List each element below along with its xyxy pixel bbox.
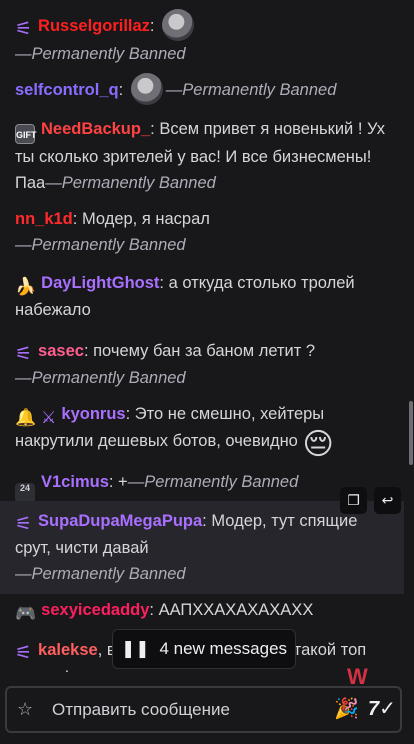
ban-notice: —Permanently Banned xyxy=(165,81,337,99)
chat-username[interactable]: DayLightGhost xyxy=(41,274,159,292)
message-text: ААПХХАХАХАХАХХ xyxy=(158,601,314,619)
months-badge-icon: 24 xyxy=(15,483,35,503)
star-icon[interactable]: ☆ xyxy=(17,697,33,721)
chat-message: 🎮 sexyicedaddy: ААПХХАХАХАХАХХ xyxy=(15,601,314,623)
chat-input[interactable]: ☆ Отправить сообщение 🎉 7✓ xyxy=(5,686,402,733)
new-messages-label: 4 new messages xyxy=(159,639,288,658)
sword-badge-icon: ⚔ xyxy=(41,408,57,427)
chat-message: ⚟ Russelgorillaz: —Permanently Banned xyxy=(0,9,404,67)
party-popper-icon[interactable]: 🎉 xyxy=(334,696,359,722)
ctrl-badge-icon: ⚟ xyxy=(15,19,33,40)
chat-input-placeholder: Отправить сообщение xyxy=(52,700,230,719)
copy-icon[interactable]: ❐ xyxy=(340,487,367,514)
emote-icon xyxy=(130,73,163,105)
ban-notice: —Permanently Banned xyxy=(15,45,186,63)
reply-icon[interactable]: ↩ xyxy=(374,487,401,514)
scrollbar-thumb[interactable] xyxy=(409,401,413,465)
message-text: почему бан за баном летит ? xyxy=(93,342,316,360)
emote-icon xyxy=(162,9,195,41)
chat-username[interactable]: kalekse xyxy=(38,641,98,659)
chat-username[interactable]: sexyicedaddy xyxy=(41,601,149,619)
message-text: Модер, я насрал xyxy=(81,210,210,228)
chat-username[interactable]: SupaDupaMegaPupa xyxy=(38,512,202,530)
scrollbar-track[interactable] xyxy=(407,0,413,744)
chat-message: ⚟ sasec: почему бан за баном летит ? —Perm… xyxy=(15,342,316,387)
ban-notice: —Permanently Banned xyxy=(127,473,299,491)
chat-username[interactable]: sasec xyxy=(38,342,84,360)
sub-gift-badge-icon: GIFT xyxy=(15,124,37,144)
ctrl-badge-icon: ⚟ xyxy=(15,514,33,535)
new-messages-button[interactable]: ❚❚ 4 new messages xyxy=(112,629,296,669)
ban-notice: —Permanently Banned xyxy=(15,369,186,387)
chat-username[interactable]: V1cimus xyxy=(41,473,109,491)
chat-message: 🔔 ⚔ kyonrus: Это не смешно, хейтеры накрут… xyxy=(15,405,334,461)
ctrl-badge-icon: ⚟ xyxy=(15,344,33,365)
ctrl-badge-icon: ⚟ xyxy=(15,643,33,664)
chat-message: nn_k1d: Модер, я насрал —Permanently Bann… xyxy=(15,210,210,254)
7tv-icon[interactable]: 7✓ xyxy=(368,696,396,722)
chat-username[interactable]: nn_k1d xyxy=(15,210,73,228)
bell-badge-icon: 🔔 xyxy=(15,408,37,427)
chat-message: selfcontrol_q: —Permanently Banned xyxy=(0,73,404,105)
ban-notice: —Permanently Banned xyxy=(45,174,216,192)
chat-username[interactable]: selfcontrol_q xyxy=(15,81,119,99)
chat-username[interactable]: Russelgorillaz xyxy=(38,17,150,35)
chat-message-hovered[interactable]: ⚟ SupaDupaMegaPupa: Модер, тут спящие сру… xyxy=(0,501,404,594)
gamepad-badge-icon: 🎮 xyxy=(15,604,37,623)
chat-username[interactable]: kyonrus xyxy=(61,405,125,423)
chat-feed: ⚟ Russelgorillaz: —Permanently Banned sel… xyxy=(0,0,404,672)
chat-message: 🍌 DayLightGhost: а откуда столько тролей … xyxy=(15,274,355,319)
pensive-emoji-icon: 😔 xyxy=(302,428,334,461)
chat-message: GIFT NeedBackup_: Всем привет я новенький… xyxy=(15,120,386,192)
banana-badge-icon: 🍌 xyxy=(15,277,37,296)
ban-notice: —Permanently Banned xyxy=(15,565,186,583)
message-text: + xyxy=(118,473,128,491)
pause-icon: ❚❚ xyxy=(120,639,150,658)
ban-notice: —Permanently Banned xyxy=(15,236,186,254)
chat-username[interactable]: NeedBackup_ xyxy=(41,120,150,138)
